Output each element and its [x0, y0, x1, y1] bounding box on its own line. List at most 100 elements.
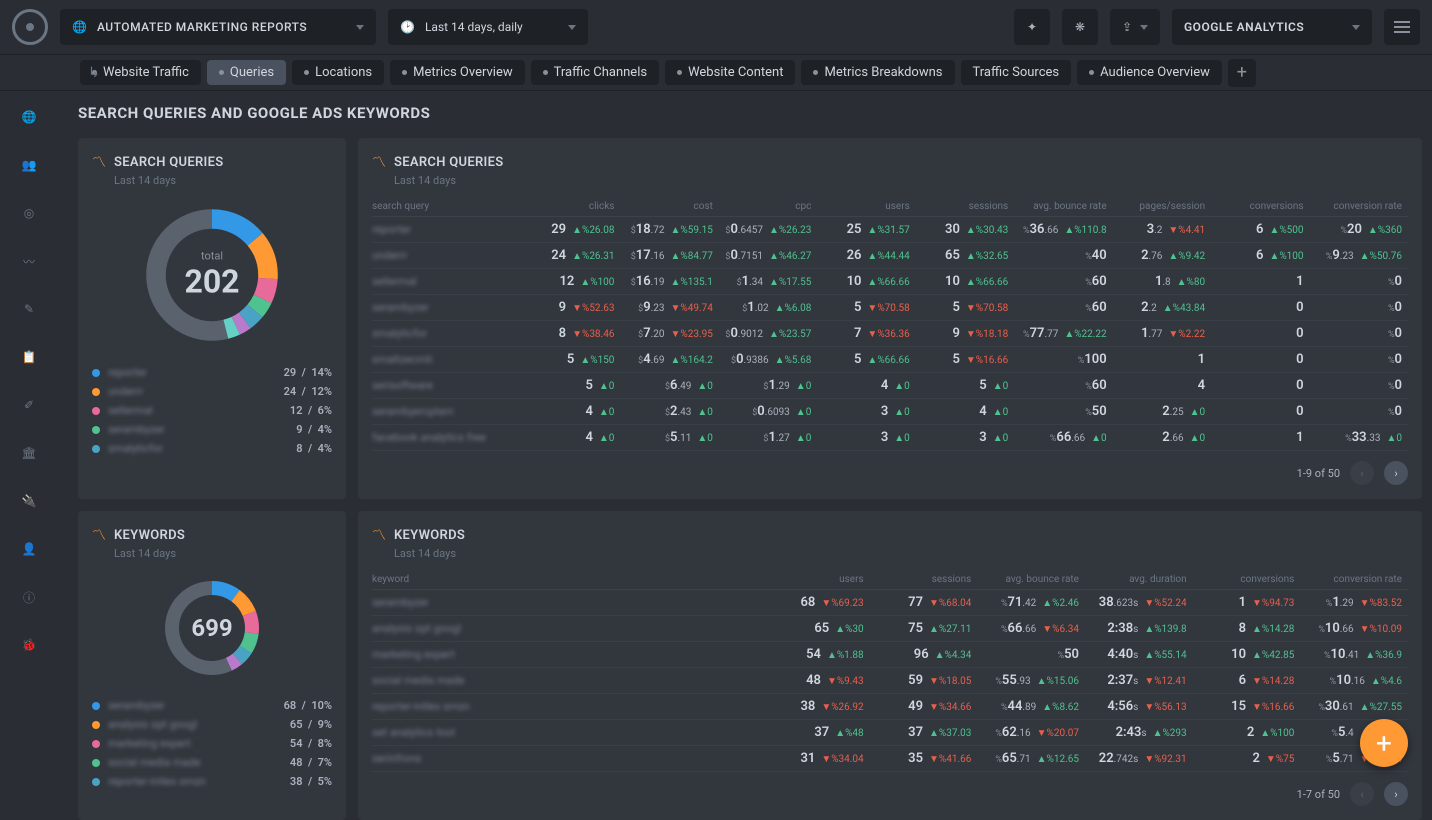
legend-item: social media made48 / 7%	[92, 753, 332, 772]
tab-traffic-channels[interactable]: Traffic Channels	[531, 60, 659, 85]
table-row[interactable]: set analytics tool37 ▲%4837 ▲%37.03%62.1…	[372, 720, 1408, 746]
plugin-icon[interactable]: 🔌	[19, 491, 39, 511]
tab-bar: ↳ Website TrafficQueriesLocationsMetrics…	[0, 55, 1432, 91]
table-row[interactable]: underrr24 ▲%26.31$17.16 ▲%84.77$0.7151 ▲…	[372, 243, 1408, 269]
topbar: 🌐 AUTOMATED MARKETING REPORTS 🕑 Last 14 …	[0, 0, 1432, 55]
donut-total-value: 202	[184, 263, 239, 301]
chevron-down-icon	[356, 25, 364, 30]
table-row[interactable]: smalyticfor8 ▼%38.46$7.20 ▼%23.95$0.9012…	[372, 321, 1408, 347]
legend-item: serambyzer68 / 10%	[92, 696, 332, 715]
table-row[interactable]: smaltzecmti5 ▲%150$4.69 ▲%164.2$0.9386 ▲…	[372, 347, 1408, 373]
legend-item: underrr24 / 12%	[92, 382, 332, 401]
add-widget-fab[interactable]: +	[1360, 719, 1408, 767]
card-title: SEARCH QUERIES	[394, 155, 503, 170]
analytics-icon: 〽	[92, 525, 106, 545]
tab-audience-overview[interactable]: Audience Overview	[1077, 60, 1222, 85]
legend-item: reporter-intlex smzn38 / 5%	[92, 772, 332, 791]
chart-icon[interactable]: 〰	[19, 251, 39, 271]
search-queries-table-card: 〽 SEARCH QUERIES Last 14 days search quer…	[358, 138, 1422, 499]
table-row[interactable]: serambyzer68 ▼%69.2377 ▼%68.04%71.42 ▲%2…	[372, 590, 1408, 616]
subtab-indicator-icon: ↳	[88, 65, 100, 81]
share-icon: ⇪	[1122, 20, 1132, 34]
analytics-icon: 〽	[92, 152, 106, 172]
globe-icon[interactable]: 🌐	[19, 107, 39, 127]
table-row[interactable]: analysis opt googl65 ▲%3075 ▲%27.11%66.6…	[372, 616, 1408, 642]
data-table: search queryclickscostcpcuserssessionsav…	[372, 197, 1408, 451]
tab-website-content[interactable]: Website Content	[665, 60, 795, 85]
info-icon[interactable]: ⓘ	[19, 587, 39, 607]
prev-page-button[interactable]: ‹	[1350, 782, 1374, 806]
next-page-button[interactable]: ›	[1384, 461, 1408, 485]
wand-icon[interactable]: ✐	[19, 395, 39, 415]
legend-item: analysis opt googl65 / 9%	[92, 715, 332, 734]
table-row[interactable]: reporter29 ▲%26.08$18.72 ▲%59.15$0.6457 …	[372, 217, 1408, 243]
menu-button[interactable]	[1384, 9, 1420, 45]
legend-item: smalyticfor8 / 4%	[92, 439, 332, 458]
card-subtitle: Last 14 days	[394, 174, 1408, 187]
tab-metrics-breakdowns[interactable]: Metrics Breakdowns	[801, 60, 954, 85]
card-subtitle: Last 14 days	[114, 174, 332, 187]
donut-total-value: 699	[191, 614, 232, 642]
keywords-summary-card: 〽KEYWORDS Last 14 days 699 serambyzer68 …	[78, 511, 346, 820]
add-tab-button[interactable]: +	[1228, 59, 1256, 87]
donut-chart: 699	[162, 578, 262, 678]
donut-total-label: total	[184, 250, 239, 263]
target-icon[interactable]: ◎	[19, 203, 39, 223]
analytics-icon: 〽	[372, 525, 386, 545]
legend-item: reporter29 / 14%	[92, 363, 332, 382]
spark-icon: ✦	[1027, 20, 1037, 34]
users-icon[interactable]: 👥	[19, 155, 39, 175]
legend: serambyzer68 / 10%analysis opt googl65 /…	[92, 696, 332, 791]
analytics-dropdown[interactable]: GOOGLE ANALYTICS	[1172, 9, 1372, 45]
table-row[interactable]: facebook analytics free4 ▲0$5.11 ▲0$1.27…	[372, 425, 1408, 451]
chevron-down-icon	[1352, 25, 1360, 30]
clipboard-icon[interactable]: 📋	[19, 347, 39, 367]
account-icon[interactable]: 👤	[19, 539, 39, 559]
tab-queries[interactable]: Queries	[207, 60, 286, 85]
share-dropdown[interactable]: ⇪	[1110, 9, 1160, 45]
pager-range: 1-9 of 50	[1297, 467, 1340, 480]
prev-page-button[interactable]: ‹	[1350, 461, 1374, 485]
tab-traffic-sources[interactable]: Traffic Sources	[961, 60, 1072, 85]
legend-item: serambyzer9 / 4%	[92, 420, 332, 439]
bug-icon[interactable]: 🐞	[19, 635, 39, 655]
card-title: SEARCH QUERIES	[114, 155, 223, 170]
table-row[interactable]: serambyzer9 ▼%52.63$9.23 ▼%49.74$1.02 ▲%…	[372, 295, 1408, 321]
page-title: SEARCH QUERIES AND GOOGLE ADS KEYWORDS	[78, 104, 1422, 122]
main-content: SEARCH QUERIES AND GOOGLE ADS KEYWORDS 〽…	[78, 104, 1422, 783]
tab-metrics-overview[interactable]: Metrics Overview	[390, 60, 525, 85]
daterange-label: Last 14 days, daily	[425, 20, 558, 34]
analytics-label: GOOGLE ANALYTICS	[1184, 20, 1342, 34]
preset-button-1[interactable]: ✦	[1014, 9, 1050, 45]
clock-icon: 🕑	[400, 20, 415, 34]
card-subtitle: Last 14 days	[114, 547, 332, 560]
chevron-down-icon	[568, 25, 576, 30]
globe-icon: 🌐	[72, 20, 87, 34]
table-row[interactable]: social media made48 ▼%9.4359 ▼%18.05%55.…	[372, 668, 1408, 694]
pager: 1-9 of 50 ‹ ›	[372, 451, 1408, 485]
chevron-down-icon	[1140, 25, 1148, 30]
next-page-button[interactable]: ›	[1384, 782, 1408, 806]
tab-locations[interactable]: Locations	[292, 60, 384, 85]
data-table: keyworduserssessionsavg. bounce rateavg.…	[372, 570, 1408, 772]
report-dropdown-label: AUTOMATED MARKETING REPORTS	[97, 20, 346, 34]
table-row[interactable]: marketing expert54 ▲%1.8896 ▲%4.34%504:4…	[372, 642, 1408, 668]
report-dropdown[interactable]: 🌐 AUTOMATED MARKETING REPORTS	[60, 9, 376, 45]
legend: reporter29 / 14%underrr24 / 12%sellermal…	[92, 363, 332, 458]
table-row[interactable]: sellermal12 ▲%100$16.19 ▲%135.1$1.34 ▲%1…	[372, 269, 1408, 295]
table-row[interactable]: reporter-intlex smzn38 ▼%26.9249 ▼%34.66…	[372, 694, 1408, 720]
preset-button-2[interactable]: ❋	[1062, 9, 1098, 45]
edit-icon[interactable]: ✎	[19, 299, 39, 319]
table-row[interactable]: serambyercplam4 ▲0$2.43 ▲0$0.6093 ▲03 ▲0…	[372, 399, 1408, 425]
keywords-table-card: 〽KEYWORDS Last 14 days keyworduserssessi…	[358, 511, 1422, 820]
card-subtitle: Last 14 days	[394, 547, 1408, 560]
bank-icon[interactable]: 🏛	[19, 443, 39, 463]
pager: 1-7 of 50 ‹ ›	[372, 772, 1408, 806]
table-row[interactable]: serisoftware5 ▲0$6.49 ▲0$1.29 ▲04 ▲05 ▲0…	[372, 373, 1408, 399]
search-queries-summary-card: 〽 SEARCH QUERIES Last 14 days total202 re…	[78, 138, 346, 499]
legend-item: sellermal12 / 6%	[92, 401, 332, 420]
analytics-icon: 〽	[372, 152, 386, 172]
daterange-dropdown[interactable]: 🕑 Last 14 days, daily	[388, 9, 588, 45]
table-row[interactable]: serinfrons31 ▼%34.0435 ▼%41.66%65.71 ▲%1…	[372, 746, 1408, 772]
app-logo	[12, 9, 48, 45]
